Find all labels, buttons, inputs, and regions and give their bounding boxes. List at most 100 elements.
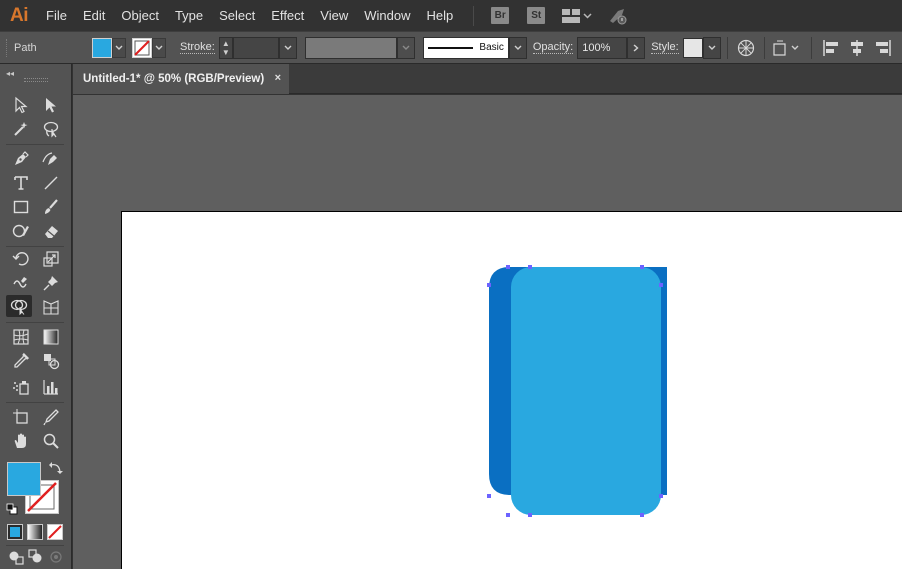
anchor-point[interactable] <box>487 283 491 287</box>
draw-normal-icon <box>9 551 24 565</box>
recolor-artwork-button[interactable] <box>734 37 758 59</box>
mesh-tool[interactable] <box>8 326 34 348</box>
stock-button[interactable]: St <box>527 7 546 24</box>
transform-reference-button[interactable] <box>771 39 805 57</box>
brush-dropdown[interactable] <box>508 36 527 59</box>
align-center-button[interactable] <box>844 39 870 57</box>
opacity-label[interactable]: Opacity: <box>532 41 574 54</box>
bridge-button[interactable]: Br <box>491 7 510 24</box>
type-t-icon <box>14 176 28 190</box>
rotate-tool[interactable] <box>8 248 34 270</box>
type-tool[interactable] <box>8 172 34 194</box>
menu-help[interactable]: Help <box>418 0 461 31</box>
menu-object[interactable]: Object <box>113 0 167 31</box>
anchor-point[interactable] <box>506 265 510 269</box>
shaper-tool[interactable] <box>8 220 34 242</box>
zoom-tool[interactable] <box>38 430 64 452</box>
direct-selection-tool[interactable] <box>38 94 64 116</box>
align-right-button[interactable] <box>870 39 896 57</box>
selection-tool[interactable] <box>8 94 34 116</box>
gradient-tool[interactable] <box>38 326 64 348</box>
menu-select[interactable]: Select <box>211 0 263 31</box>
scale-tool[interactable] <box>38 248 64 270</box>
opacity-field[interactable]: 100% <box>577 36 628 59</box>
stroke-color-swatch[interactable] <box>132 37 152 58</box>
hand-tool[interactable] <box>8 430 34 452</box>
pen-tool[interactable] <box>8 148 34 170</box>
default-fill-stroke-button[interactable] <box>6 502 18 515</box>
draw-inside-button[interactable] <box>46 548 66 566</box>
magnifier-icon <box>43 433 59 449</box>
stroke-label[interactable]: Stroke: <box>180 41 215 54</box>
menu-file[interactable]: File <box>38 0 75 31</box>
control-divider <box>763 36 765 59</box>
anchor-point[interactable] <box>528 265 532 269</box>
anchor-point[interactable] <box>659 494 663 498</box>
gradient-icon <box>43 329 59 345</box>
book-cover-shape[interactable] <box>511 267 661 515</box>
brush-definition[interactable]: Basic <box>422 36 509 59</box>
close-tab-icon[interactable]: × <box>275 72 281 84</box>
draw-behind-button[interactable] <box>26 548 46 566</box>
profile-dropdown[interactable] <box>396 36 415 59</box>
artboard[interactable] <box>121 211 902 569</box>
perspective-grid-tool[interactable] <box>38 296 64 318</box>
magic-wand-tool[interactable] <box>8 118 34 140</box>
variable-width-profile[interactable] <box>304 36 397 59</box>
align-left-button[interactable] <box>818 39 844 57</box>
swap-fill-stroke-button[interactable] <box>49 461 63 475</box>
shape-builder-tool[interactable] <box>6 295 32 317</box>
line-segment-tool[interactable] <box>38 172 64 194</box>
panel-grip[interactable] <box>24 78 48 82</box>
menu-view[interactable]: View <box>312 0 356 31</box>
document-tab[interactable]: Untitled-1* @ 50% (RGB/Preview) × <box>73 64 289 94</box>
puppet-warp-tool[interactable] <box>38 272 64 294</box>
none-mode-button[interactable] <box>47 524 63 540</box>
anchor-point[interactable] <box>528 513 532 517</box>
warp-tool[interactable] <box>8 272 34 294</box>
fill-color-swatch[interactable] <box>92 37 112 58</box>
color-mode-button[interactable] <box>7 524 23 540</box>
shape-builder-icon <box>10 299 28 315</box>
anchor-point[interactable] <box>487 494 491 498</box>
anchor-point[interactable] <box>640 265 644 269</box>
pen-nib-icon <box>15 151 29 165</box>
eraser-tool[interactable] <box>38 220 64 242</box>
anchor-point[interactable] <box>640 513 644 517</box>
stroke-weight-field[interactable] <box>232 36 279 59</box>
draw-behind-icon <box>28 549 42 563</box>
anchor-point[interactable] <box>506 513 510 517</box>
paintbrush-tool[interactable] <box>38 196 64 218</box>
eyedropper-tool[interactable] <box>8 350 34 372</box>
slice-tool[interactable] <box>38 406 64 428</box>
gradient-mode-button[interactable] <box>27 524 43 540</box>
symbol-sprayer-tool[interactable] <box>8 376 34 398</box>
blend-tool[interactable] <box>38 350 64 372</box>
draw-normal-button[interactable] <box>6 548 26 566</box>
rectangle-tool[interactable] <box>8 196 34 218</box>
fill-color-proxy[interactable] <box>7 462 41 496</box>
menu-type[interactable]: Type <box>167 0 211 31</box>
curvature-tool[interactable] <box>38 148 64 170</box>
style-label[interactable]: Style: <box>651 41 679 54</box>
opacity-dropdown[interactable] <box>627 36 646 59</box>
graphic-style-swatch[interactable] <box>682 37 703 58</box>
panel-grip[interactable] <box>6 38 10 57</box>
arrange-documents-button[interactable] <box>562 8 592 23</box>
column-graph-tool[interactable] <box>38 376 64 398</box>
menu-window[interactable]: Window <box>356 0 418 31</box>
mesh-grid-icon <box>13 329 29 345</box>
menu-edit[interactable]: Edit <box>75 0 113 31</box>
fill-dropdown[interactable] <box>112 37 126 58</box>
stroke-weight-dropdown[interactable] <box>278 36 297 59</box>
artboard-tool[interactable] <box>8 406 34 428</box>
stroke-weight-spinner[interactable]: ▲ ▼ <box>218 36 233 59</box>
stroke-dropdown[interactable] <box>152 37 166 58</box>
gpu-performance-button[interactable] <box>608 7 628 25</box>
canvas-pasteboard[interactable] <box>73 95 902 569</box>
style-dropdown[interactable] <box>702 36 721 59</box>
chevron-down-icon <box>514 45 522 50</box>
menu-effect[interactable]: Effect <box>263 0 312 31</box>
lasso-tool[interactable] <box>38 118 64 140</box>
anchor-point[interactable] <box>659 283 663 287</box>
